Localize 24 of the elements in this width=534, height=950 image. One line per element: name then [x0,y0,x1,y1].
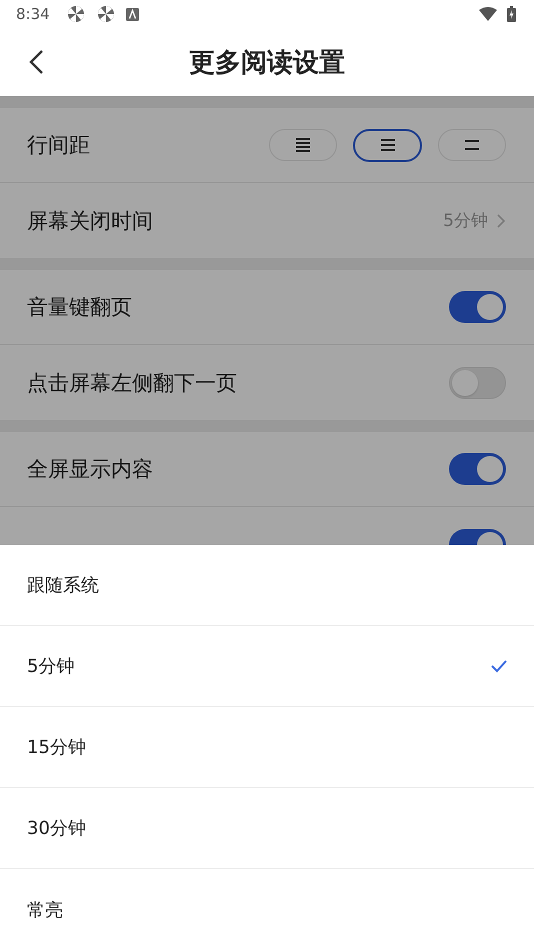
setting-value: 5分钟 [443,210,488,232]
chevron-right-icon [496,212,506,228]
sheet-option[interactable]: 常亮 [0,869,534,950]
page-title: 更多阅读设置 [189,48,345,78]
wifi-icon [479,7,497,21]
toggle-switch[interactable] [449,366,506,398]
setting-label: 点击屏幕左侧翻下一页 [27,370,238,396]
setting-label: 屏幕关闭时间 [27,208,154,234]
toggle-switch[interactable] [449,291,506,323]
setting-label: 全屏显示内容 [27,456,154,483]
sheet-option[interactable]: 5分钟 [0,626,534,707]
pinwheel-icon [66,4,86,24]
line-spacing-icon [295,136,311,154]
setting-label: 行间距 [27,132,91,159]
line-spacing-icon [380,136,396,154]
sheet-option[interactable]: 30分钟 [0,788,534,869]
sheet-option[interactable]: 跟随系统 [0,545,534,626]
battery-charging-icon [507,6,516,22]
sheet-option[interactable]: 15分钟 [0,707,534,788]
status-time: 8:34 [16,5,50,23]
toggle-switch[interactable] [449,453,506,485]
setting-label: 音量键翻页 [27,294,133,321]
line-spacing-option[interactable] [353,128,422,162]
pinwheel-icon [96,4,116,24]
